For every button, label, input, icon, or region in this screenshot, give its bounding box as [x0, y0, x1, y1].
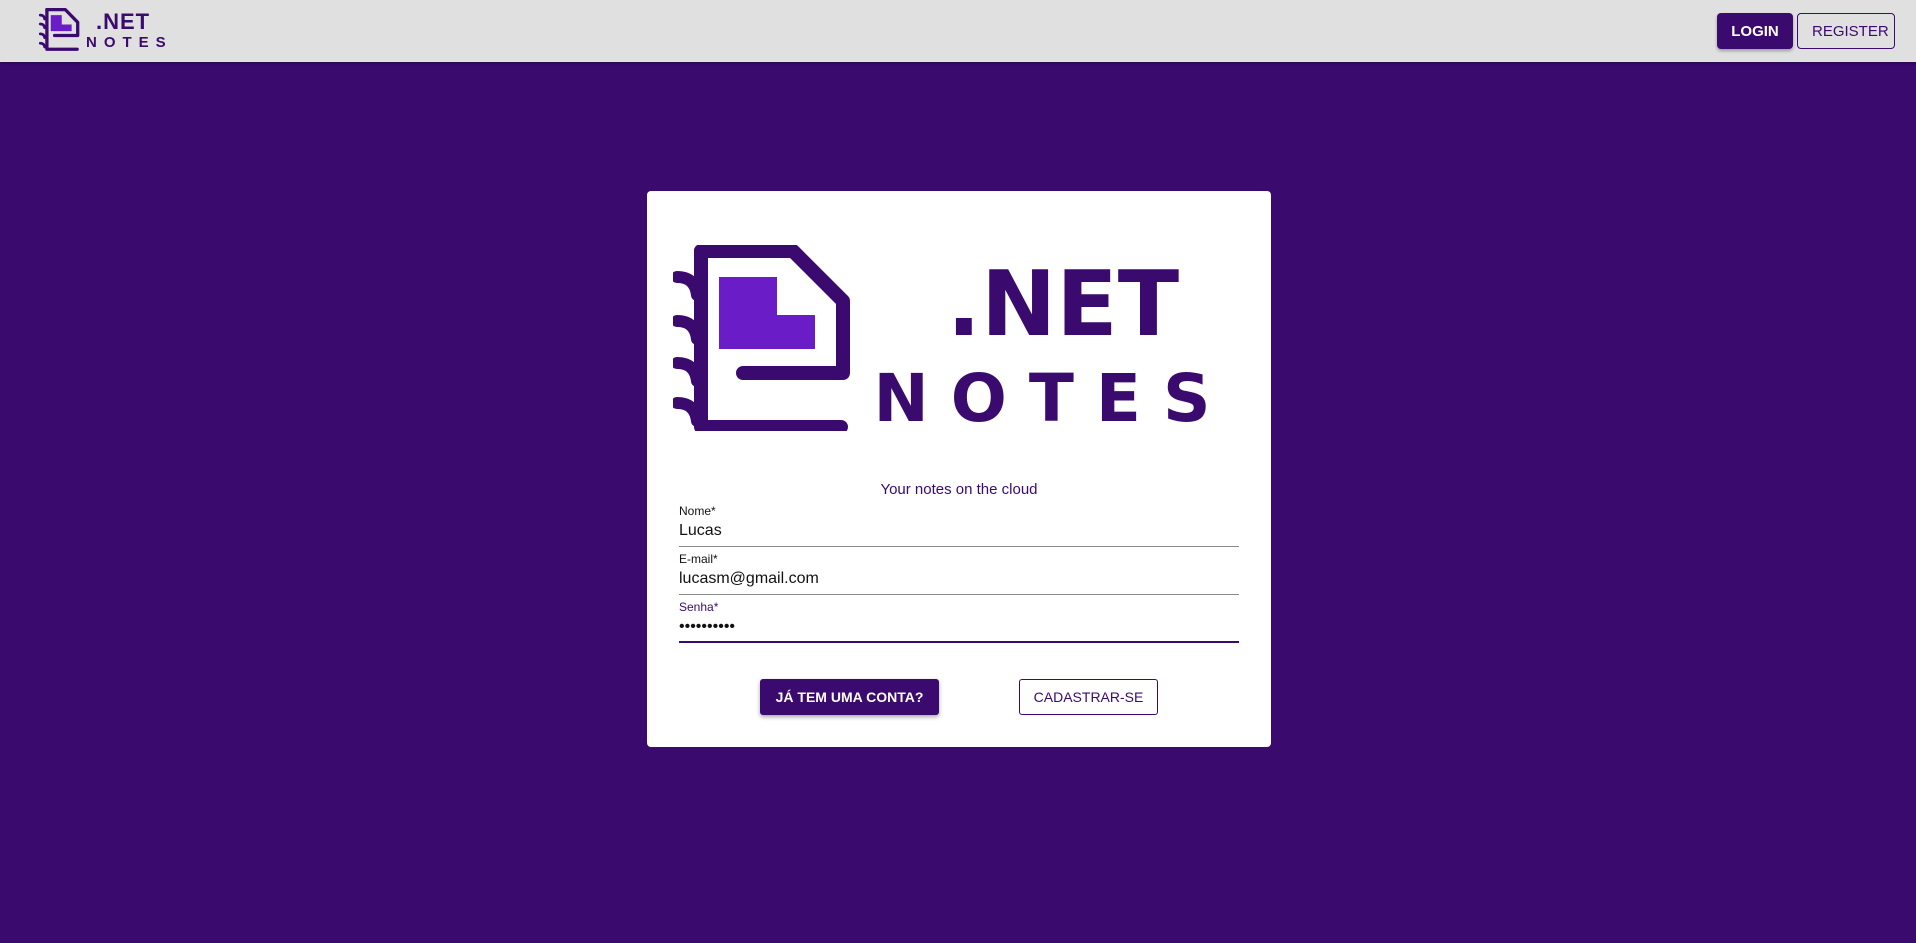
name-input[interactable] [679, 518, 1239, 547]
password-label: Senha* [679, 600, 719, 614]
top-bar: .NET NOTES LOGIN REGISTER [0, 0, 1916, 62]
password-input[interactable] [679, 614, 1239, 643]
name-label: Nome* [679, 504, 716, 518]
brand-title: .NET [96, 8, 151, 34]
already-have-account-button[interactable]: JÁ TEM UMA CONTA? [760, 679, 939, 715]
logo-subtitle: NOTES [874, 360, 1233, 431]
email-field: E-mail* [679, 552, 1239, 595]
sign-up-button[interactable]: CADASTRAR-SE [1019, 679, 1158, 715]
register-card: .NET NOTES Your notes on the cloud Nome*… [647, 191, 1271, 747]
brand-logo[interactable]: .NET NOTES [38, 8, 173, 52]
notebook-icon [673, 245, 850, 431]
notebook-icon [38, 8, 80, 51]
login-button[interactable]: LOGIN [1717, 13, 1793, 49]
password-field: Senha* [679, 600, 1239, 643]
tagline: Your notes on the cloud [880, 481, 1038, 498]
logo-title: .NET [947, 252, 1179, 357]
name-field: Nome* [679, 504, 1239, 547]
app-logo: .NET NOTES [673, 245, 1233, 431]
email-label: E-mail* [679, 552, 718, 566]
brand-subtitle: NOTES [86, 33, 173, 51]
email-input[interactable] [679, 566, 1239, 595]
register-button[interactable]: REGISTER [1797, 13, 1895, 49]
